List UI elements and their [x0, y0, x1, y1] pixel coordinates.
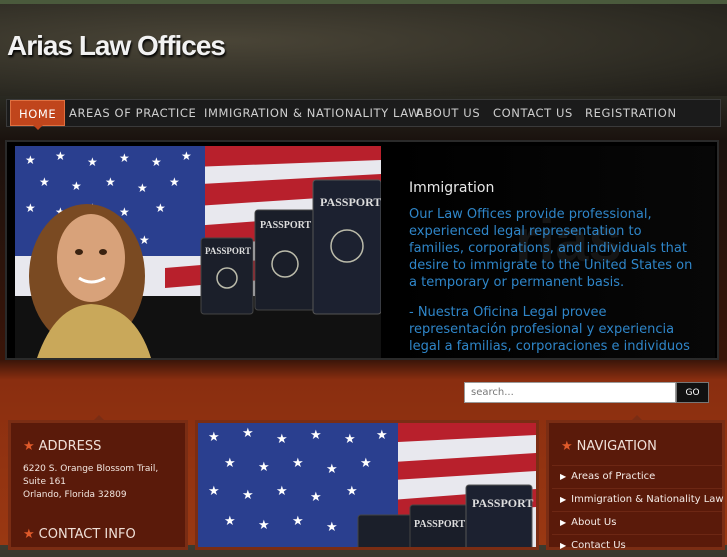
- featured-image-box: ★ ★ ★ ★ ★ ★ ★ ★ ★ ★ ★ ★ ★ ★ ★ ★ ★ ★ ★ ★ PASSPORT PASSPOR…: [195, 420, 539, 550]
- svg-text:★: ★: [242, 488, 254, 503]
- nav-home[interactable]: HOME: [10, 100, 66, 126]
- svg-text:★: ★: [376, 428, 388, 443]
- arrow-right-icon: ▶: [560, 541, 567, 550]
- svg-text:PASSPORT: PASSPORT: [205, 246, 251, 256]
- svg-text:★: ★: [276, 484, 288, 499]
- star-icon: ★: [23, 439, 35, 454]
- svg-text:★: ★: [258, 460, 270, 475]
- nav-contact-us[interactable]: CONTACT US: [493, 100, 573, 126]
- search-go-button[interactable]: GO: [676, 382, 709, 403]
- address-text: 6220 S. Orange Blossom Trail, Suite 161 …: [23, 463, 158, 502]
- nav-active-caret: [33, 125, 43, 130]
- svg-text:★: ★: [292, 514, 304, 529]
- nav-immigration-nationality-law[interactable]: IMMIGRATION & NATIONALITY LAW: [204, 100, 420, 126]
- address-box: ★ ADDRESS 6220 S. Orange Blossom Trail, S…: [8, 415, 188, 550]
- svg-text:★: ★: [208, 484, 220, 499]
- svg-text:★: ★: [292, 456, 304, 471]
- svg-text:★: ★: [55, 149, 66, 163]
- svg-text:★: ★: [87, 155, 98, 169]
- navigation-heading-label: NAVIGATION: [576, 439, 657, 454]
- hero-image: ★★★★★★ ★★★★★ ★★★★★ ★★★★ PASSPORT PASSPOR…: [15, 146, 381, 358]
- sidebar-item-immigration[interactable]: ▶ Immigration & Nationality Law: [552, 488, 724, 511]
- sidebar-item-label: Immigration & Nationality Law: [571, 494, 724, 505]
- svg-text:★: ★: [258, 518, 270, 533]
- svg-text:PASSPORT: PASSPORT: [414, 519, 465, 530]
- sidebar-item-areas-of-practice[interactable]: ▶ Areas of Practice: [552, 465, 722, 488]
- address-heading: ★ ADDRESS: [23, 439, 101, 454]
- navigation-box: ★ NAVIGATION ▶ Areas of Practice ▶ Immigrat…: [546, 415, 725, 551]
- navigation-heading: ★ NAVIGATION: [561, 439, 657, 454]
- svg-text:PASSPORT: PASSPORT: [260, 220, 311, 231]
- svg-text:★: ★: [25, 153, 36, 167]
- star-icon: ★: [561, 439, 573, 454]
- address-heading-label: ADDRESS: [38, 439, 102, 454]
- svg-text:PASSPORT: PASSPORT: [320, 195, 381, 209]
- arrow-right-icon: ▶: [560, 518, 567, 527]
- sidebar-item-label: Areas of Practice: [571, 471, 656, 482]
- site-logo[interactable]: Arias Law Offices: [7, 30, 226, 62]
- nav-areas-of-practice[interactable]: AREAS OF PRACTICE: [69, 100, 196, 126]
- svg-text:★: ★: [310, 428, 322, 443]
- sidebar-item-label: About Us: [571, 517, 617, 528]
- svg-text:PASSPORT: PASSPORT: [472, 496, 533, 510]
- hero-paragraph-es: - Nuestra Oficina Legal provee represent…: [409, 305, 690, 354]
- star-icon: ★: [23, 527, 35, 542]
- svg-text:★: ★: [344, 432, 356, 447]
- hero-paragraph-en: Our Law Offices provide professional, ex…: [409, 207, 693, 290]
- flag-passport-photo: ★★★★★★ ★★★★★ ★★★★★ ★★★★ PASSPORT PASSPOR…: [15, 146, 381, 358]
- nav-about-us[interactable]: ABOUT US: [416, 100, 480, 126]
- arrow-right-icon: ▶: [560, 472, 567, 481]
- svg-text:★: ★: [139, 233, 150, 247]
- box-caret: [93, 415, 105, 421]
- svg-text:★: ★: [169, 175, 180, 189]
- contact-info-label: CONTACT INFO: [38, 527, 136, 542]
- box-caret: [364, 420, 376, 421]
- svg-text:★: ★: [181, 149, 192, 163]
- sidebar-item-about-us[interactable]: ▶ About Us: [552, 511, 722, 534]
- svg-text:★: ★: [151, 155, 162, 169]
- address-line: 6220 S. Orange Blossom Trail,: [23, 464, 159, 474]
- site-header: Arias Law Offices: [0, 4, 727, 96]
- svg-text:★: ★: [242, 426, 254, 441]
- svg-text:★: ★: [224, 514, 236, 529]
- svg-text:★: ★: [310, 490, 322, 505]
- flag-passport-image: ★ ★ ★ ★ ★ ★ ★ ★ ★ ★ ★ ★ ★ ★ ★ ★ ★ ★ ★ ★ PASSPORT PASSPOR…: [198, 423, 536, 547]
- svg-text:★: ★: [71, 179, 82, 193]
- svg-text:★: ★: [25, 201, 36, 215]
- sidebar-item-label: Contact Us: [571, 540, 626, 551]
- svg-text:★: ★: [326, 520, 338, 535]
- contact-info-heading: ★ CONTACT INFO: [23, 527, 136, 542]
- sidebar-nav-list: ▶ Areas of Practice ▶ Immigration & Nation…: [552, 465, 724, 557]
- svg-text:★: ★: [276, 432, 288, 447]
- hero-slider: ★★★★★★ ★★★★★ ★★★★★ ★★★★ PASSPORT PASSPOR…: [5, 140, 719, 360]
- svg-text:★: ★: [208, 430, 220, 445]
- hero-title: Immigration: [409, 180, 495, 196]
- svg-text:★: ★: [137, 181, 148, 195]
- svg-text:★: ★: [326, 462, 338, 477]
- nav-registration[interactable]: REGISTRATION: [585, 100, 677, 126]
- main-nav: HOME AREAS OF PRACTICE IMMIGRATION & NAT…: [6, 99, 721, 130]
- svg-text:★: ★: [155, 201, 166, 215]
- address-line: Suite 161: [23, 477, 67, 487]
- svg-text:★: ★: [346, 484, 358, 499]
- arrow-right-icon: ▶: [560, 495, 567, 504]
- sidebar-item-contact-us[interactable]: ▶ Contact Us: [552, 534, 722, 557]
- svg-text:★: ★: [39, 175, 50, 189]
- svg-text:★: ★: [119, 151, 130, 165]
- svg-text:★: ★: [224, 456, 236, 471]
- svg-text:★: ★: [119, 205, 130, 219]
- svg-text:★: ★: [105, 175, 116, 189]
- svg-text:★: ★: [360, 456, 372, 471]
- search-input[interactable]: [464, 382, 676, 403]
- address-line: Orlando, Florida 32809: [23, 490, 127, 500]
- hero-text-panel: rias Immigration Our Law Offices provide…: [385, 146, 715, 358]
- box-caret: [631, 415, 643, 421]
